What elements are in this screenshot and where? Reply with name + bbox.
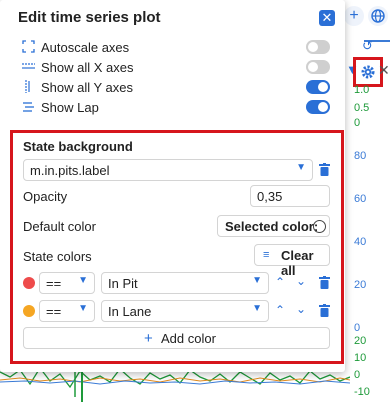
axis-tick: 0 <box>354 117 361 129</box>
lap-icon <box>22 100 36 114</box>
chevron-down-icon: ▼ <box>252 275 262 286</box>
x-axes-icon <box>22 60 36 74</box>
chevron-down-icon: ▼ <box>296 162 306 173</box>
delete-rule-icon[interactable] <box>319 276 331 290</box>
opacity-label: Opacity <box>23 189 68 204</box>
option-label: Show all Y axes <box>41 80 134 95</box>
operator-select[interactable]: == ▼ <box>39 272 95 294</box>
state-color-swatch[interactable] <box>23 277 35 289</box>
section-title: State background <box>23 139 133 154</box>
axis-tick: 10 <box>354 352 367 364</box>
dialog-title: Edit time series plot <box>18 9 161 26</box>
axis-tick: 20 <box>354 279 367 291</box>
move-up-icon[interactable]: ⌃ <box>275 275 285 289</box>
axis-tick: 0 <box>354 369 361 381</box>
operator-select[interactable]: == ▼ <box>39 300 95 322</box>
axis-tick: 20 <box>354 335 367 347</box>
option-autoscale-axes[interactable]: Autoscale axes <box>22 38 334 58</box>
move-up-icon[interactable]: ⌃ <box>275 303 285 317</box>
chevron-down-icon: ▼ <box>78 275 88 286</box>
add-color-label: Add color <box>161 331 216 346</box>
autoscale-icon <box>22 40 36 54</box>
chevron-down-icon: ▼ <box>252 303 262 314</box>
globe-icon[interactable] <box>368 6 388 26</box>
edit-plot-dialog: Edit time series plot ✕ Autoscale axes S… <box>0 0 345 372</box>
clear-all-button[interactable]: ≡ Clear all <box>254 244 330 278</box>
gear-icon <box>361 65 375 79</box>
axis-tick: -10 <box>354 386 370 398</box>
option-show-all-y-axes[interactable]: Show all Y axes <box>22 78 334 98</box>
close-dialog-button[interactable]: ✕ <box>319 10 335 26</box>
state-color-swatch[interactable] <box>23 305 35 317</box>
delete-rule-icon[interactable] <box>319 304 331 318</box>
state-value: In Pit <box>108 276 138 291</box>
option-label: Show Lap <box>41 100 99 115</box>
opacity-input[interactable]: 0,35 <box>250 185 330 207</box>
state-value-select[interactable]: In Pit ▼ <box>101 272 269 294</box>
axis-tick: 0 <box>354 322 361 334</box>
selected-color-button[interactable]: Selected color: <box>217 215 330 237</box>
show-lap-toggle[interactable] <box>306 100 330 114</box>
show-x-axes-toggle[interactable] <box>306 60 330 74</box>
close-plot-icon[interactable]: ✕ <box>378 62 390 79</box>
clear-icon: ≡ <box>263 249 270 261</box>
y-axes-icon <box>22 80 36 94</box>
option-label: Show all X axes <box>41 60 134 75</box>
option-show-all-x-axes[interactable]: Show all X axes <box>22 58 334 78</box>
selected-color-label: Selected color: <box>225 219 319 234</box>
axis-tick: 0.5 <box>354 102 370 114</box>
opacity-value: 0,35 <box>257 189 283 204</box>
refresh-icon[interactable]: ↺ <box>362 38 373 54</box>
axis-tick: 80 <box>354 150 367 162</box>
add-icon[interactable]: + <box>344 6 364 26</box>
move-down-icon[interactable]: ⌄ <box>296 302 306 316</box>
autoscale-toggle[interactable] <box>306 40 330 54</box>
axis-tick: 40 <box>354 236 367 248</box>
default-color-label: Default color <box>23 219 96 234</box>
add-color-button[interactable]: + Add color <box>23 327 330 349</box>
option-show-lap[interactable]: Show Lap <box>22 98 334 118</box>
axis-tick: 1.0 <box>354 84 370 96</box>
operator-value: == <box>46 304 62 319</box>
operator-value: == <box>46 276 62 291</box>
state-value: In Lane <box>108 304 152 319</box>
state-colors-label: State colors <box>23 249 92 264</box>
color-swatch-empty <box>313 220 326 233</box>
move-down-icon[interactable]: ⌄ <box>296 274 306 288</box>
plus-icon: + <box>144 330 153 347</box>
delete-channel-icon[interactable] <box>319 163 331 177</box>
show-y-axes-toggle[interactable] <box>306 80 330 94</box>
channel-value: m.in.pits.label <box>30 163 110 178</box>
chevron-down-icon: ▼ <box>78 303 88 314</box>
axis-tick: 60 <box>354 193 367 205</box>
channel-select[interactable]: m.in.pits.label ▼ <box>23 159 313 181</box>
state-background-section: State background m.in.pits.label ▼ Opaci… <box>10 130 344 364</box>
option-label: Autoscale axes <box>41 40 130 55</box>
state-value-select[interactable]: In Lane ▼ <box>101 300 269 322</box>
